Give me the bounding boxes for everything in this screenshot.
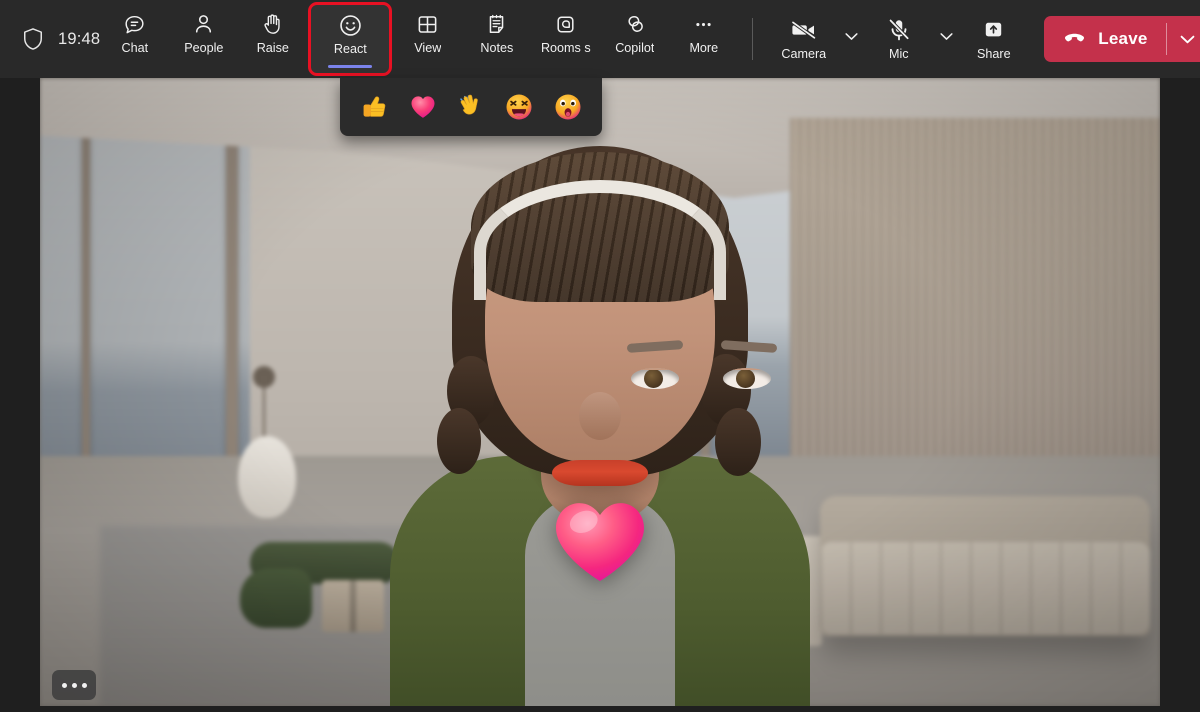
toolbar-label-more: More [689, 42, 718, 55]
ellipsis-dot [72, 683, 77, 688]
leave-button[interactable]: Leave [1044, 16, 1165, 62]
ellipsis-dot [62, 683, 67, 688]
toolbar-label-notes: Notes [480, 42, 513, 55]
smiley-face-icon [337, 12, 364, 38]
mic-control-group: Mic [864, 8, 959, 70]
toolbar-label-people: People [184, 42, 223, 55]
grid-layout-icon [415, 11, 440, 37]
toolbar-media-group: Camera [769, 8, 1200, 70]
toolbar-button-more[interactable]: More [669, 2, 738, 64]
ellipsis-dot [82, 683, 87, 688]
leave-button-label: Leave [1098, 29, 1147, 49]
heart-emoji [408, 92, 438, 122]
reaction-applause[interactable] [451, 87, 491, 127]
video-stage [0, 78, 1200, 712]
leave-options-chevron[interactable] [1167, 16, 1200, 62]
meeting-clock: 19:48 [58, 30, 100, 49]
avatar-hair-curl [437, 408, 481, 474]
avatar-hair-curl [715, 408, 761, 476]
toolbar-label-copilot: Copilot [615, 42, 654, 55]
chat-bubble-icon [122, 11, 147, 37]
reactions-popup [340, 78, 602, 136]
toolbar-button-rooms[interactable]: Rooms s [531, 2, 600, 64]
green-armchair [240, 542, 400, 618]
pendant-lamp-cord [263, 376, 265, 440]
toolbar-button-camera[interactable]: Camera [769, 8, 838, 70]
avatar-nose [579, 392, 621, 440]
toolbar-button-view[interactable]: View [393, 2, 462, 64]
reaction-thumbs-up[interactable] [354, 87, 394, 127]
participant-video-tile[interactable] [40, 78, 1160, 706]
toolbar-button-copilot[interactable]: Copilot [600, 2, 669, 64]
avatar-heart-reaction [552, 496, 648, 584]
shield-icon [22, 27, 44, 51]
camera-control-group: Camera [769, 8, 864, 70]
toolbar-label-raise: Raise [257, 42, 289, 55]
leave-meeting-group: Leave [1044, 16, 1200, 62]
toolbar-left-group: 19:48 [0, 27, 100, 51]
mic-off-icon [886, 17, 912, 43]
toolbar-button-react[interactable]: React [308, 2, 392, 76]
avatar-eye-left [631, 368, 679, 389]
toolbar-label-chat: Chat [121, 42, 148, 55]
mic-options-chevron[interactable] [933, 8, 959, 70]
toolbar-label-mic: Mic [889, 48, 909, 61]
avatar-lips [552, 460, 648, 486]
camera-options-chevron[interactable] [838, 8, 864, 70]
share-screen-icon [981, 17, 1006, 43]
toolbar-divider [752, 18, 753, 60]
toolbar-label-share: Share [977, 48, 1011, 61]
pendant-lamp-shade [238, 436, 296, 518]
surprised-emoji [553, 92, 583, 122]
thumbs-up-emoji [359, 92, 389, 122]
raised-hand-icon [260, 11, 285, 37]
beige-sofa [820, 496, 1150, 636]
laugh-emoji [504, 92, 534, 122]
camera-off-icon [790, 17, 818, 43]
toolbar-main-actions: Chat People Raise [100, 2, 767, 76]
toolbar-label-react: React [334, 43, 367, 56]
teams-meeting-window: 19:48 Chat [0, 0, 1200, 712]
reaction-heart[interactable] [403, 87, 443, 127]
avatar-eyebrow-left [627, 340, 683, 353]
notepad-icon [484, 11, 509, 37]
breakout-rooms-icon [553, 11, 578, 37]
toolbar-label-rooms: Rooms s [541, 42, 591, 55]
hangup-phone-icon [1062, 24, 1087, 54]
toolbar-label-view: View [414, 42, 441, 55]
clap-emoji [456, 92, 486, 122]
toolbar-button-share[interactable]: Share [959, 8, 1028, 70]
toolbar-button-people[interactable]: People [169, 2, 238, 64]
reaction-laugh[interactable] [499, 87, 539, 127]
ellipsis-icon [691, 11, 716, 37]
avatar-participant [385, 146, 815, 706]
active-indicator [328, 65, 372, 68]
meeting-toolbar: 19:48 Chat [0, 0, 1200, 78]
person-icon [191, 11, 216, 37]
copilot-icon [622, 11, 648, 37]
reaction-surprised[interactable] [548, 87, 588, 127]
tile-more-options-button[interactable] [52, 670, 96, 700]
toolbar-label-camera: Camera [781, 48, 826, 61]
toolbar-button-chat[interactable]: Chat [100, 2, 169, 64]
toolbar-button-raise[interactable]: Raise [238, 2, 307, 64]
toolbar-button-mic[interactable]: Mic [864, 8, 933, 70]
avatar-eye-right [723, 368, 771, 389]
toolbar-button-notes[interactable]: Notes [462, 2, 531, 64]
